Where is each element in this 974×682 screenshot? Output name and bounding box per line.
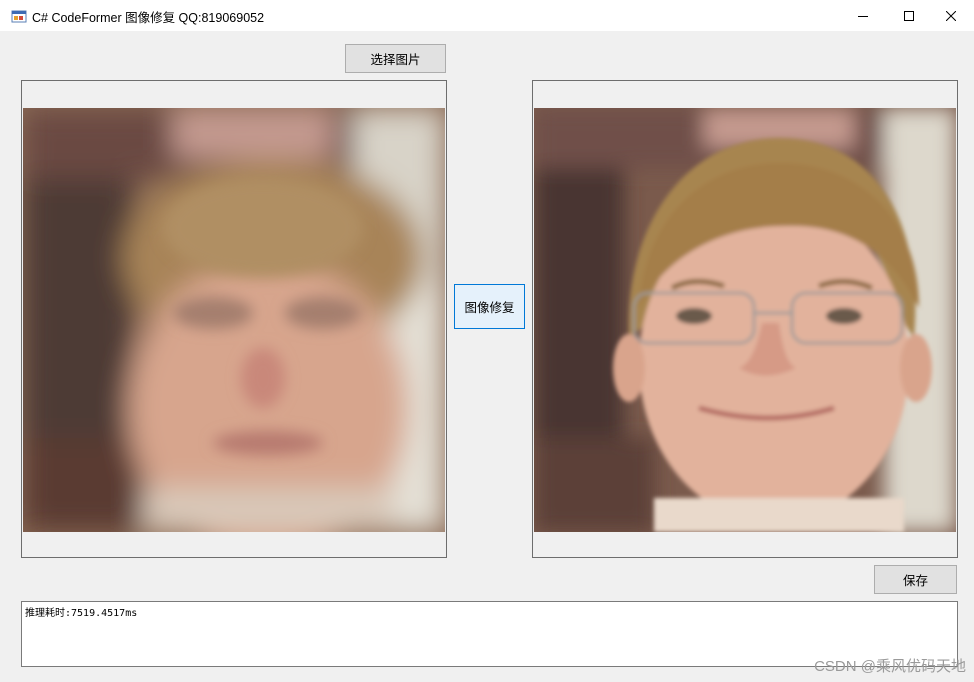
close-icon [946,10,956,21]
output-image-box [532,80,958,558]
output-image [534,108,956,532]
save-button[interactable]: 保存 [874,565,957,594]
restore-image-button[interactable]: 图像修复 [454,284,525,329]
minimize-icon [858,11,868,21]
input-image [23,108,445,532]
title-bar[interactable]: C# CodeFormer 图像修复 QQ:819069052 [0,0,974,31]
minimize-button[interactable] [840,0,886,31]
select-image-button[interactable]: 选择图片 [345,44,446,73]
winforms-app-icon [11,8,27,24]
watermark: CSDN @乘风优码天地 [814,658,966,675]
input-image-box [21,80,447,558]
window-title: C# CodeFormer 图像修复 QQ:819069052 [32,11,265,25]
close-button[interactable] [928,0,974,31]
app-window: C# CodeFormer 图像修复 QQ:819069052 选择图片 图像修… [0,0,974,682]
maximize-icon [904,10,914,21]
maximize-button[interactable] [886,0,932,31]
